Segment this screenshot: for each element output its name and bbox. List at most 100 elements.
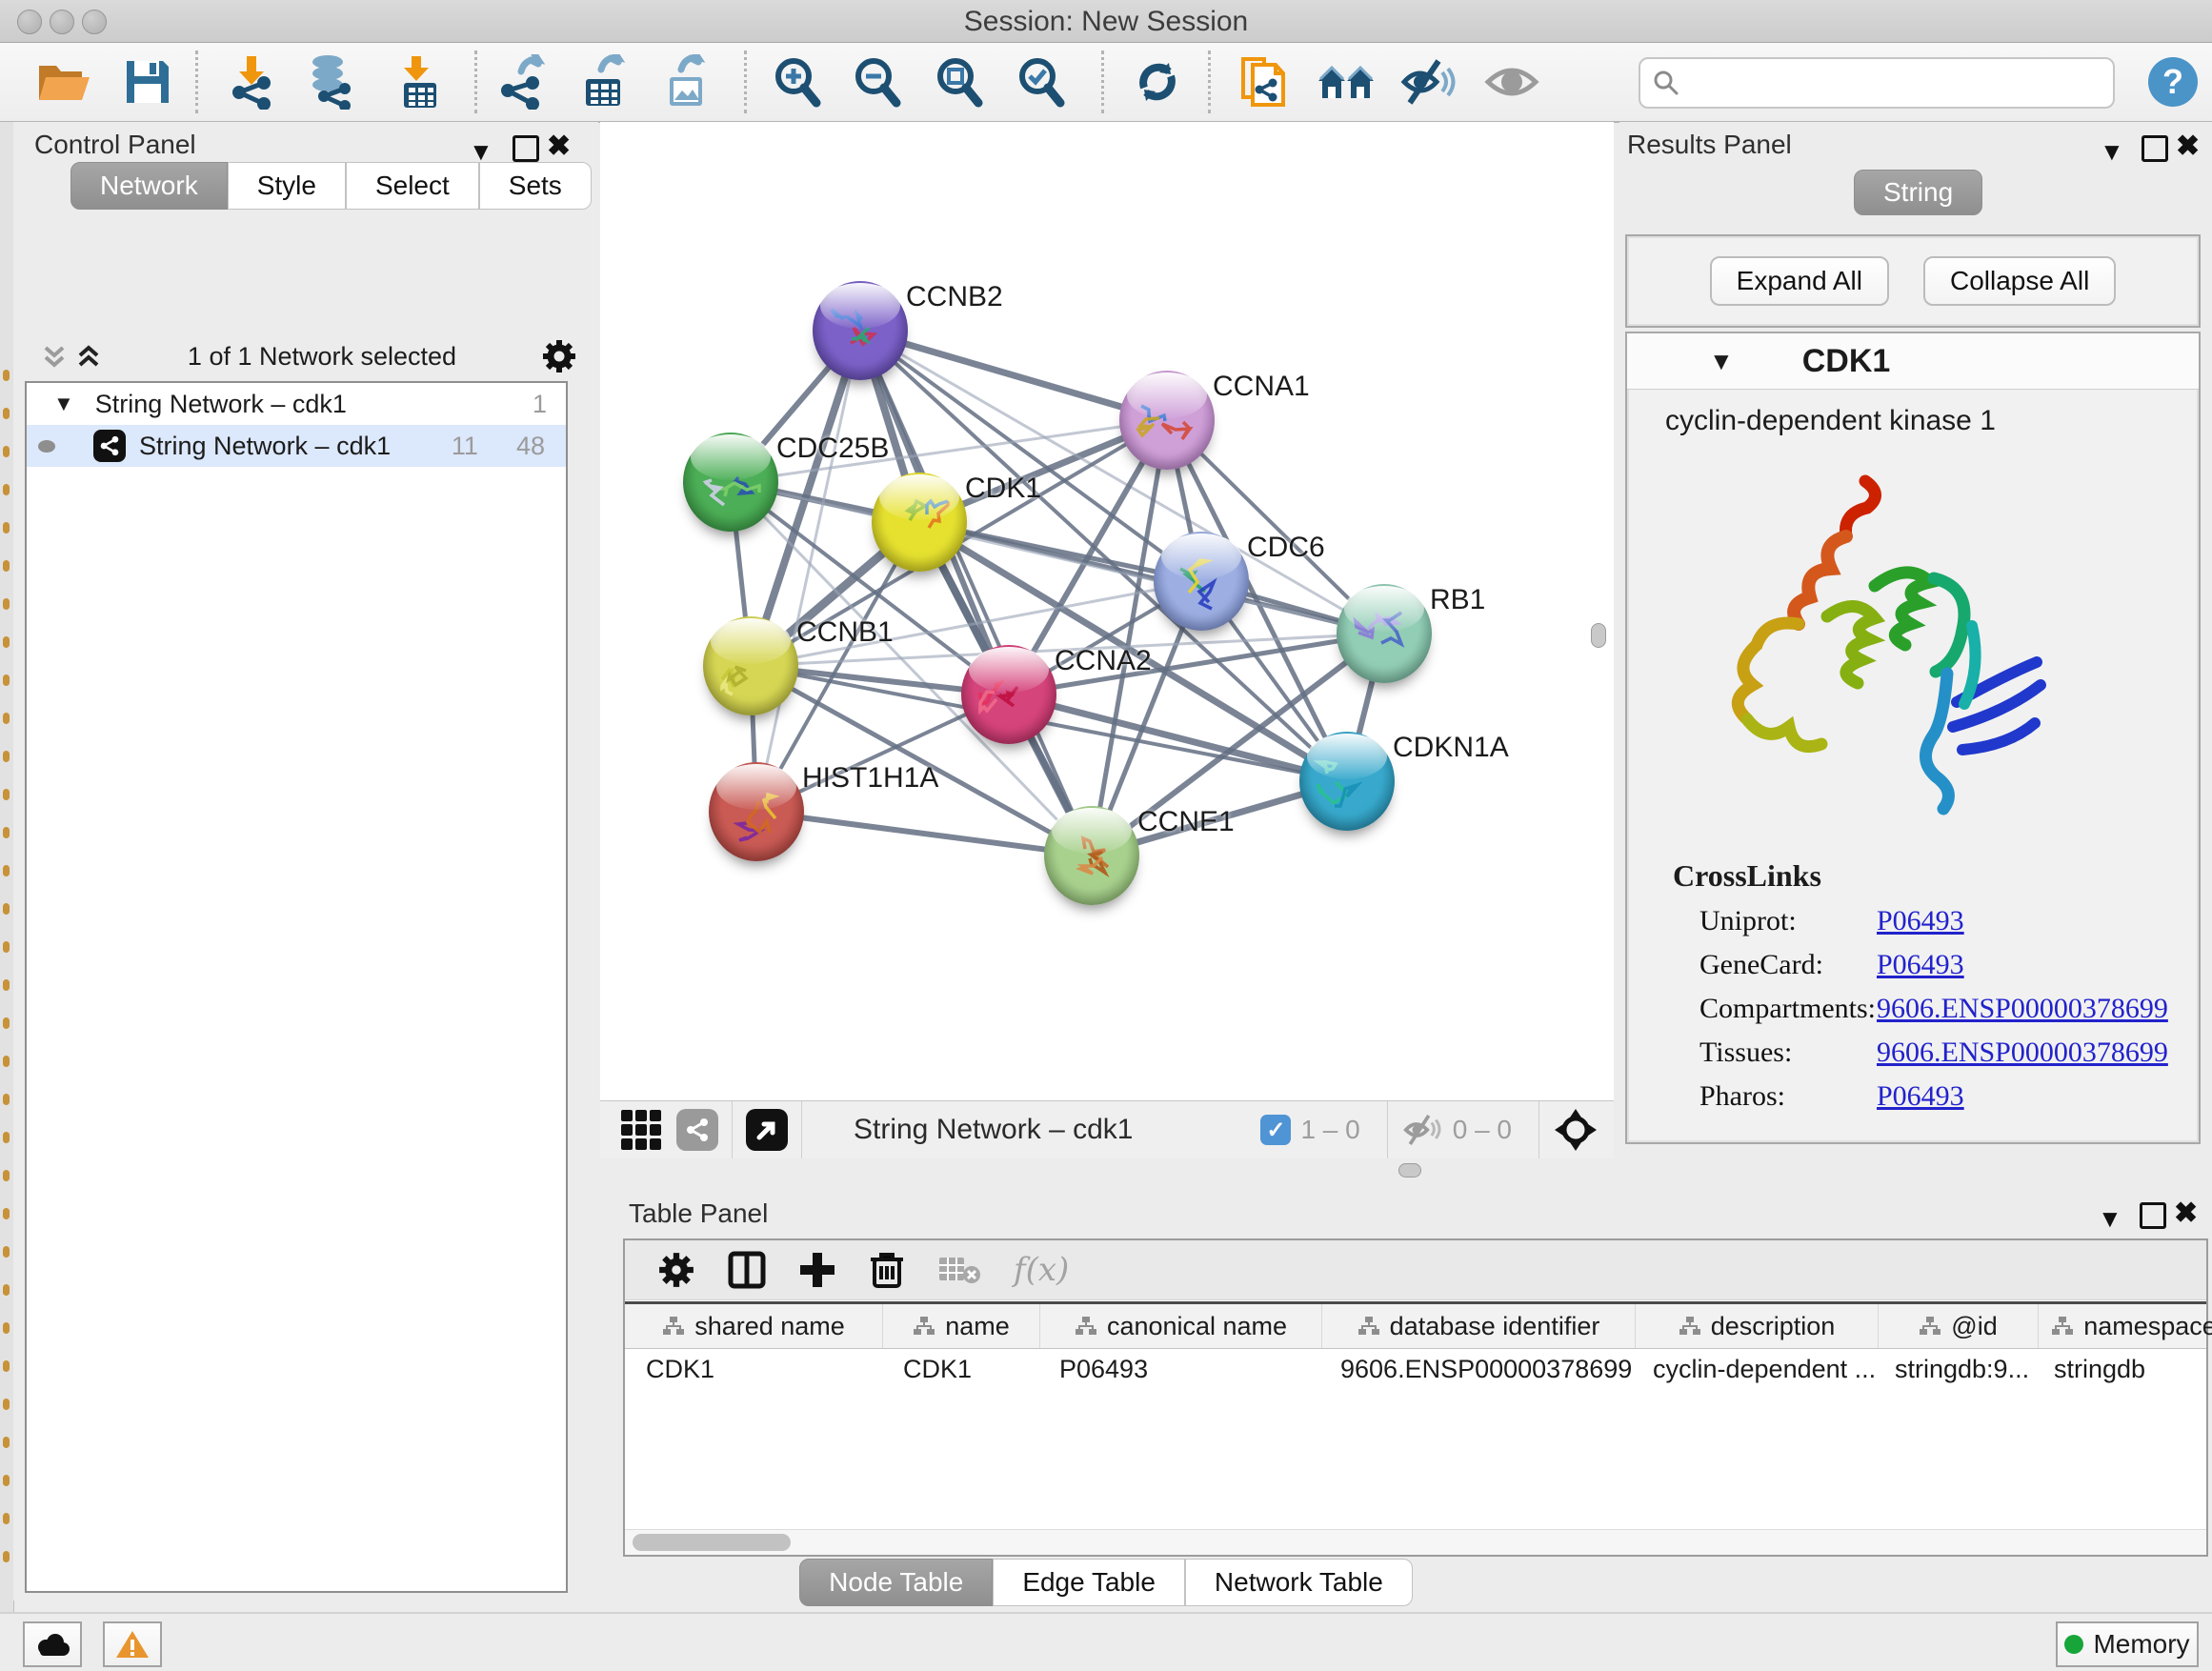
expand-all-button[interactable]: Expand All bbox=[1710, 256, 1889, 306]
scrollbar-thumb[interactable] bbox=[633, 1534, 791, 1551]
hidden-eye-icon[interactable] bbox=[1401, 1113, 1443, 1147]
node-CCNB2[interactable] bbox=[813, 281, 908, 380]
node-CDK1[interactable] bbox=[872, 473, 967, 572]
tab-style[interactable]: Style bbox=[228, 162, 346, 210]
canvas-scroll-handle[interactable] bbox=[1591, 623, 1606, 648]
column-header-name[interactable]: name bbox=[883, 1304, 1040, 1348]
zoom-selected-button[interactable] bbox=[1012, 52, 1071, 111]
home-networks-button[interactable] bbox=[1317, 52, 1376, 111]
tree-root-row[interactable]: ▼String Network – cdk11 bbox=[27, 383, 566, 425]
memory-button[interactable]: Memory bbox=[2056, 1621, 2199, 1667]
cell-description[interactable]: cyclin-dependent ... bbox=[1632, 1348, 1874, 1390]
cell-canonical-name[interactable]: P06493 bbox=[1038, 1348, 1319, 1390]
help-button[interactable]: ? bbox=[2143, 52, 2202, 111]
crosslink-value-link[interactable]: 9606.ENSP00000378699 bbox=[1877, 1037, 2168, 1069]
show-eye-button[interactable] bbox=[1482, 52, 1541, 111]
column-header-shared-name[interactable]: shared name bbox=[625, 1304, 883, 1348]
clone-network-button[interactable] bbox=[1235, 52, 1294, 111]
tab-string[interactable]: String bbox=[1854, 170, 1982, 215]
export-network-button[interactable] bbox=[493, 52, 553, 111]
node-CCNE1[interactable] bbox=[1044, 806, 1139, 905]
crosslink-value-link[interactable]: 9606.ENSP00000378699 bbox=[1877, 993, 2168, 1025]
search-input[interactable] bbox=[1688, 63, 2113, 103]
import-table-from-file-button[interactable] bbox=[389, 52, 448, 111]
node-CCNA2[interactable] bbox=[961, 645, 1056, 744]
results-panel-menu-icon[interactable]: ▼ bbox=[2100, 137, 2124, 167]
crosslink-value-link[interactable]: P06493 bbox=[1877, 1080, 1964, 1113]
save-session-button[interactable] bbox=[118, 52, 177, 111]
warnings-button[interactable] bbox=[103, 1621, 162, 1667]
open-session-button[interactable] bbox=[34, 52, 93, 111]
zoom-out-button[interactable] bbox=[848, 52, 907, 111]
control-panel-float-icon[interactable] bbox=[513, 135, 539, 162]
table-settings-gear-icon[interactable] bbox=[657, 1251, 695, 1289]
open-in-browser-icon[interactable] bbox=[746, 1109, 788, 1151]
table-panel-menu-icon[interactable]: ▼ bbox=[2098, 1204, 2122, 1234]
horizontal-splitter-handle[interactable] bbox=[1398, 1163, 1421, 1178]
warning-icon bbox=[115, 1629, 150, 1660]
zoom-fit-button[interactable] bbox=[930, 52, 989, 111]
tab-node-table[interactable]: Node Table bbox=[799, 1559, 993, 1606]
crosslink-value-link[interactable]: P06493 bbox=[1877, 905, 1964, 937]
cloud-status-button[interactable] bbox=[23, 1621, 82, 1667]
export-table-button[interactable] bbox=[573, 52, 633, 111]
node-CCNA1[interactable] bbox=[1119, 371, 1215, 470]
show-columns-icon[interactable] bbox=[728, 1251, 766, 1289]
column-header-namespace[interactable]: namespace bbox=[2039, 1304, 2212, 1348]
node-CDC25B[interactable] bbox=[683, 433, 778, 532]
cell-namespace[interactable]: stringdb bbox=[2033, 1348, 2212, 1390]
column-header-@id[interactable]: @id bbox=[1879, 1304, 2039, 1348]
node-HIST1H1A[interactable] bbox=[709, 762, 804, 861]
cell-name[interactable]: CDK1 bbox=[882, 1348, 1038, 1390]
column-header-database-identifier[interactable]: database identifier bbox=[1322, 1304, 1636, 1348]
cell-shared-name[interactable]: CDK1 bbox=[625, 1348, 882, 1390]
table-panel-close-icon[interactable]: ✖ bbox=[2174, 1197, 2198, 1230]
gene-collapse-icon[interactable]: ▼ bbox=[1709, 347, 1734, 376]
crosslinks-title: CrossLinks bbox=[1673, 858, 2199, 894]
export-image-button[interactable] bbox=[655, 52, 714, 111]
grid-view-icon[interactable] bbox=[621, 1110, 661, 1150]
tab-network[interactable]: Network bbox=[70, 162, 228, 210]
node-CDC6[interactable] bbox=[1154, 532, 1249, 631]
control-panel-close-icon[interactable]: ✖ bbox=[547, 130, 571, 163]
collapse-all-chevron-icon[interactable] bbox=[40, 342, 69, 371]
import-network-from-database-button[interactable] bbox=[301, 52, 360, 111]
tab-sets[interactable]: Sets bbox=[479, 162, 592, 210]
network-view-toolbar: String Network – cdk1 ✓ 1 – 0 0 – 0 bbox=[600, 1100, 1614, 1158]
crosslink-label: Uniprot: bbox=[1699, 905, 1877, 937]
tab-edge-table[interactable]: Edge Table bbox=[993, 1559, 1185, 1606]
add-column-icon[interactable] bbox=[798, 1251, 836, 1289]
results-panel-float-icon[interactable] bbox=[2142, 135, 2168, 162]
crosslink-value-link[interactable]: P06493 bbox=[1877, 949, 1964, 981]
protein-scribble bbox=[1119, 371, 1215, 470]
column-header-canonical-name[interactable]: canonical name bbox=[1040, 1304, 1322, 1348]
import-network-from-file-button[interactable] bbox=[223, 52, 282, 111]
delete-column-trash-icon[interactable] bbox=[869, 1250, 905, 1290]
tab-network-table[interactable]: Network Table bbox=[1185, 1559, 1413, 1606]
birdseye-view-icon[interactable] bbox=[1553, 1107, 1599, 1153]
cell-database-identifier[interactable]: 9606.ENSP00000378699 bbox=[1319, 1348, 1632, 1390]
network-canvas[interactable]: CCNB2CCNA1CDC25BCDK1CDC6RB1CCNB1CCNA2CDK… bbox=[600, 122, 1614, 1100]
table-panel-header: Table Panel ▼ ✖ bbox=[619, 1198, 2212, 1238]
table-panel-float-icon[interactable] bbox=[2140, 1202, 2166, 1229]
tab-select[interactable]: Select bbox=[346, 162, 479, 210]
string-network-badge-icon[interactable] bbox=[676, 1109, 718, 1151]
expand-all-chevron-icon[interactable] bbox=[74, 342, 103, 371]
dock-tick bbox=[3, 1208, 10, 1219]
cell-@id[interactable]: stringdb:9... bbox=[1874, 1348, 2033, 1390]
network-options-gear-icon[interactable] bbox=[541, 338, 577, 374]
hide-selected-button[interactable] bbox=[1398, 52, 1458, 111]
zoom-in-button[interactable] bbox=[768, 52, 827, 111]
tree-network-row[interactable]: String Network – cdk11148 bbox=[27, 425, 566, 467]
table-horizontal-scrollbar[interactable] bbox=[625, 1529, 2206, 1555]
column-header-description[interactable]: description bbox=[1636, 1304, 1879, 1348]
node-CCNB1[interactable] bbox=[703, 616, 798, 715]
node-RB1[interactable] bbox=[1337, 584, 1432, 683]
selected-nodes-checkbox-icon[interactable]: ✓ bbox=[1260, 1115, 1291, 1145]
node-CDKN1A[interactable] bbox=[1299, 732, 1395, 831]
tree-collapse-icon[interactable]: ▼ bbox=[53, 392, 74, 416]
table-row[interactable]: CDK1CDK1P064939606.ENSP00000378699cyclin… bbox=[625, 1348, 2206, 1390]
collapse-all-button[interactable]: Collapse All bbox=[1923, 256, 2116, 306]
refresh-button[interactable] bbox=[1128, 52, 1187, 111]
results-panel-close-icon[interactable]: ✖ bbox=[2176, 130, 2200, 163]
